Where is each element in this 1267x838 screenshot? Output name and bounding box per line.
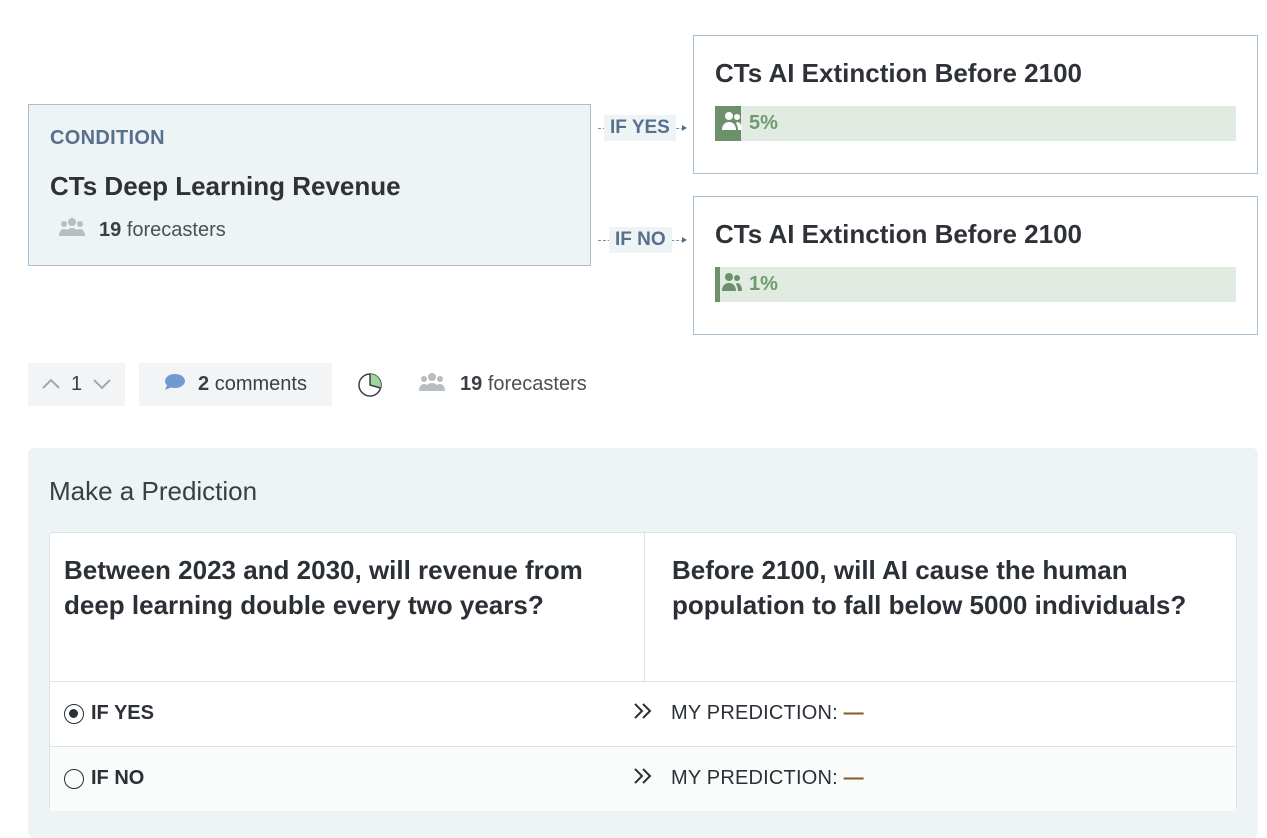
condition-forecasters: 19 forecasters [59,217,226,243]
vote-count: 1 [70,373,83,395]
outcome-question: Before 2100, will AI cause the human pop… [672,555,1187,620]
double-chevron-right-icon [632,701,654,726]
probability-value: 1% [749,273,778,295]
probability-value: 5% [749,112,778,134]
prediction-row-no[interactable]: IF NO MY PREDICTION: — [50,746,1236,811]
connector-no-label: IF NO [609,227,672,253]
people-icon [418,372,446,398]
probability-fill [715,267,720,302]
prediction-row-yes[interactable]: IF YES MY PREDICTION: — [50,681,1236,746]
outcome-title[interactable]: CTs AI Extinction Before 2100 [715,58,1082,89]
people-icon [59,217,85,243]
outcome-card-yes[interactable]: CTs AI Extinction Before 2100 5% [693,35,1258,174]
probability-bar: 1% [715,267,1236,302]
condition-label: CONDITION [50,127,165,149]
chevron-down-icon[interactable] [92,374,112,395]
prediction-table: Between 2023 and 2030, will revenue from… [49,532,1237,811]
condition-question: Between 2023 and 2030, will revenue from… [64,555,583,620]
people-icon [721,111,743,137]
forecasters-count: 19 [99,218,122,241]
outcome-title[interactable]: CTs AI Extinction Before 2100 [715,219,1082,250]
connector-yes-arrow [682,125,687,131]
row-label[interactable]: IF NO [91,767,144,790]
condition-card[interactable]: CONDITION CTs Deep Learning Revenue 19 f… [28,104,591,266]
outcome-card-no[interactable]: CTs AI Extinction Before 2100 1% [693,196,1258,335]
comments-button[interactable]: 2 comments [139,363,332,406]
comments-label: comments [214,373,307,395]
my-prediction-value: — [843,767,864,789]
comment-icon [164,373,186,397]
connector-yes-label: IF YES [604,115,676,141]
column-divider [644,533,645,681]
forecasters-label: forecasters [487,373,587,395]
toolbar-forecasters: 19 forecasters [418,363,587,406]
forecasters-label: forecasters [126,218,226,241]
radio-if-yes[interactable] [64,704,84,724]
pie-icon[interactable] [357,372,383,403]
my-prediction: MY PREDICTION: — [671,702,864,725]
condition-title[interactable]: CTs Deep Learning Revenue [50,171,401,202]
double-chevron-right-icon [632,766,654,791]
radio-if-no[interactable] [64,769,84,789]
my-prediction-label: MY PREDICTION: [671,767,838,789]
my-prediction-label: MY PREDICTION: [671,702,838,724]
prediction-title: Make a Prediction [49,476,258,506]
row-label[interactable]: IF YES [91,702,154,725]
connector-no-arrow [682,237,687,243]
forecasters-count: 19 [460,373,483,395]
probability-bar: 5% [715,106,1236,141]
chevron-up-icon[interactable] [41,374,61,395]
people-icon [721,272,743,298]
prediction-panel: Make a Prediction Between 2023 and 2030,… [28,448,1258,838]
my-prediction: MY PREDICTION: — [671,767,864,790]
my-prediction-value: — [843,702,864,724]
comments-count: 2 [198,373,210,395]
vote-widget: 1 [28,363,125,406]
